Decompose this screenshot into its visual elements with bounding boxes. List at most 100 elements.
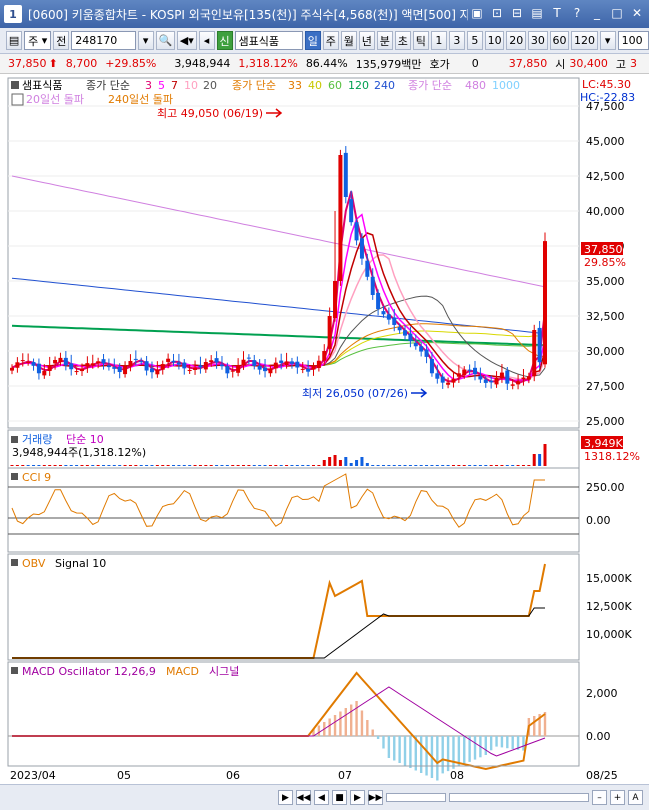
candle-body bbox=[295, 361, 300, 368]
candle-body bbox=[440, 376, 445, 383]
chart-toolbar: ▤ 주 ▾ 전 248170 ▾ 🔍 ◀▾ ◂ 신 샘표식품 일 주 월 년 분… bbox=[0, 28, 649, 54]
interval-3[interactable]: 3 bbox=[448, 31, 465, 50]
tile-icon[interactable]: ⊡ bbox=[489, 5, 505, 21]
volume-bar bbox=[360, 457, 364, 466]
chart-menu-button[interactable]: ▤ bbox=[6, 31, 23, 50]
candle-body bbox=[322, 351, 327, 361]
period-tick[interactable]: 틱 bbox=[412, 31, 429, 50]
volume-bar bbox=[128, 465, 132, 466]
macd-osc-bar bbox=[511, 736, 514, 749]
volume-legend-icon bbox=[11, 436, 18, 443]
interval-30[interactable]: 30 bbox=[528, 31, 548, 50]
volume-bar bbox=[425, 465, 429, 466]
x-label-07: 07 bbox=[338, 769, 352, 782]
zoom-slider[interactable] bbox=[449, 793, 589, 802]
volume-bar bbox=[32, 465, 36, 466]
maximize-button[interactable]: □ bbox=[609, 5, 625, 21]
period-month[interactable]: 월 bbox=[340, 31, 357, 50]
rewind-icon[interactable]: ◀◀ bbox=[296, 790, 311, 805]
play-icon[interactable]: ▶ bbox=[278, 790, 293, 805]
code-dropdown-icon[interactable]: ▾ bbox=[137, 31, 154, 50]
bar-count-input[interactable]: 100 bbox=[617, 31, 649, 50]
market-select[interactable]: 주 ▾ bbox=[24, 31, 52, 50]
interval-120[interactable]: 120 bbox=[571, 31, 598, 50]
volume-bar bbox=[521, 465, 525, 466]
volume-bar bbox=[69, 465, 73, 466]
price-change-pct: +29.85% bbox=[105, 57, 157, 70]
volume-bar bbox=[451, 465, 455, 466]
volume-bar bbox=[139, 465, 143, 466]
candle-body bbox=[381, 311, 386, 315]
step-back-icon[interactable]: ◀ bbox=[314, 790, 329, 805]
volume-bar bbox=[274, 465, 278, 466]
volume-bar bbox=[268, 465, 272, 466]
candle-body bbox=[219, 364, 224, 367]
stock-name-field: 샘표식품 bbox=[234, 31, 303, 50]
step-forward-icon[interactable]: ▶ bbox=[350, 790, 365, 805]
volume-bar bbox=[468, 465, 472, 466]
candle-body bbox=[160, 364, 165, 370]
period-year[interactable]: 년 bbox=[358, 31, 375, 50]
interval-20[interactable]: 20 bbox=[506, 31, 527, 50]
stop-icon[interactable]: ■ bbox=[332, 790, 347, 805]
split-icon[interactable]: ⊟ bbox=[509, 5, 525, 21]
volume-bar bbox=[215, 465, 219, 466]
scroll-slider[interactable] bbox=[386, 793, 446, 802]
volume-bar bbox=[96, 465, 100, 466]
volume-bar bbox=[381, 465, 385, 466]
stock-code-input[interactable]: 248170 bbox=[71, 31, 136, 50]
candle-body bbox=[31, 362, 36, 366]
high-value: 3 bbox=[630, 57, 637, 70]
volume-bar bbox=[306, 465, 310, 466]
volume-bar bbox=[527, 465, 531, 466]
volume-value: 3,948,944 bbox=[174, 57, 231, 70]
volume-bar bbox=[26, 465, 30, 466]
auto-button[interactable]: A bbox=[628, 790, 643, 805]
prefix-button[interactable]: 전 bbox=[53, 31, 70, 50]
macd-osc-bar bbox=[473, 736, 477, 760]
candle-body bbox=[279, 360, 284, 364]
price-tick-label: 32,500 bbox=[586, 310, 625, 323]
interval-5[interactable]: 5 bbox=[466, 31, 483, 50]
period-minute[interactable]: 분 bbox=[376, 31, 393, 50]
help-icon[interactable]: ? bbox=[569, 5, 585, 21]
prev-stock-icon[interactable]: ◂ bbox=[198, 31, 215, 50]
candle-body bbox=[79, 368, 84, 372]
period-second[interactable]: 초 bbox=[394, 31, 411, 50]
close-button[interactable]: ✕ bbox=[629, 5, 645, 21]
interval-60[interactable]: 60 bbox=[549, 31, 570, 50]
macd-osc-bar bbox=[382, 736, 385, 749]
candle-body bbox=[139, 361, 144, 363]
cci-legend: CCI 9 bbox=[22, 471, 51, 484]
zoom-out-button[interactable]: – bbox=[592, 790, 607, 805]
grid-icon[interactable]: ▤ bbox=[529, 5, 545, 21]
candle-body bbox=[505, 370, 510, 384]
macd-osc-legend: MACD Oscillator 12,26,9 bbox=[22, 665, 156, 678]
volume-bar bbox=[21, 465, 25, 466]
candle-body bbox=[273, 362, 278, 369]
link-icon[interactable]: ▣ bbox=[469, 5, 485, 21]
legend-ma20: 20 bbox=[203, 79, 217, 92]
volume-bar bbox=[188, 465, 192, 466]
macd-osc-bar bbox=[441, 736, 444, 774]
calendar-icon[interactable] bbox=[11, 93, 24, 106]
period-week[interactable]: 주 bbox=[322, 31, 339, 50]
zoom-in-button[interactable]: + bbox=[610, 790, 625, 805]
search-icon[interactable]: 🔍 bbox=[155, 31, 175, 50]
speaker-icon[interactable]: ◀▾ bbox=[176, 31, 197, 50]
candle-body bbox=[230, 370, 235, 372]
volume-bar bbox=[446, 465, 450, 466]
legend-ma7: 7 bbox=[171, 79, 178, 92]
candle-body bbox=[36, 363, 41, 374]
volume-bar bbox=[15, 465, 19, 466]
interval-1[interactable]: 1 bbox=[430, 31, 447, 50]
chart-canvas[interactable]: 샘표식품 종가 단순 3 5 7 10 20 종가 단순 33 40 60 12… bbox=[0, 76, 649, 784]
font-icon[interactable]: T bbox=[549, 5, 565, 21]
candle-body bbox=[311, 365, 316, 370]
settings-icon[interactable]: ▾ bbox=[599, 31, 616, 50]
period-day[interactable]: 일 bbox=[304, 31, 321, 50]
candle-body bbox=[112, 367, 117, 369]
fast-forward-icon[interactable]: ▶▶ bbox=[368, 790, 383, 805]
minimize-button[interactable]: _ bbox=[589, 5, 605, 21]
interval-10[interactable]: 10 bbox=[484, 31, 505, 50]
